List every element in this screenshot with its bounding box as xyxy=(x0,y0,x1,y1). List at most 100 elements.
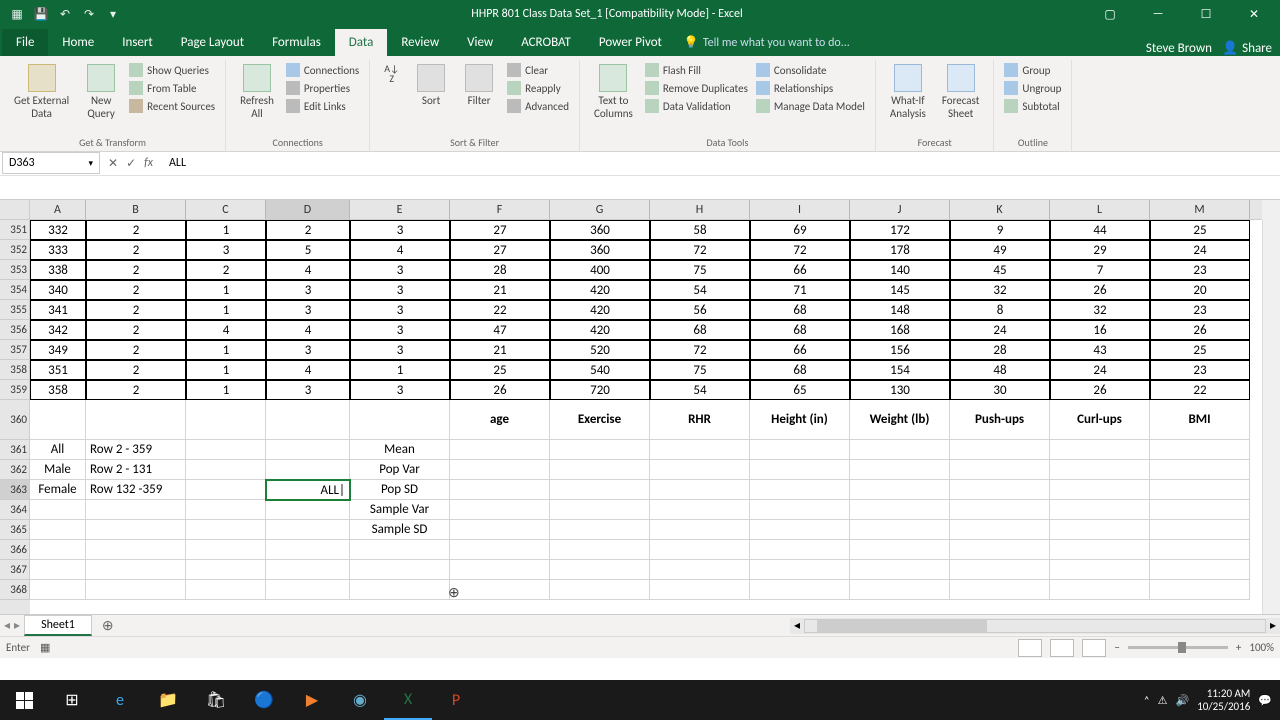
media-player-icon[interactable]: ▶ xyxy=(288,680,336,720)
tab-power-pivot[interactable]: Power Pivot xyxy=(585,29,676,56)
properties-button[interactable]: Properties xyxy=(284,80,361,96)
user-name[interactable]: Steve Brown xyxy=(1146,41,1212,56)
ribbon: Get External Data New Query Show Queries… xyxy=(0,56,1280,152)
group-button[interactable]: Group xyxy=(1002,62,1063,78)
connections-button[interactable]: Connections xyxy=(284,62,361,78)
redo-icon[interactable]: ↷ xyxy=(80,5,98,23)
system-clock[interactable]: 11:20 AM10/25/2016 xyxy=(1197,687,1250,713)
undo-icon[interactable]: ↶ xyxy=(56,5,74,23)
store-icon[interactable]: 🛍 xyxy=(192,680,240,720)
cancel-icon[interactable]: ✕ xyxy=(108,156,118,171)
zoom-in-button[interactable]: + xyxy=(1236,641,1241,654)
new-sheet-button[interactable]: ⊕ xyxy=(92,617,124,634)
tray-chevron-icon[interactable]: ˄ xyxy=(1144,694,1150,707)
formula-input[interactable]: ALL xyxy=(161,156,1280,170)
row-headers[interactable]: 3513523533543553563573583593603613623633… xyxy=(0,220,30,614)
normal-view-button[interactable] xyxy=(1018,639,1042,657)
sheet-next-icon[interactable]: ▸ xyxy=(14,618,20,633)
show-queries-button[interactable]: Show Queries xyxy=(127,62,217,78)
network-icon[interactable]: ⚠ xyxy=(1158,694,1168,707)
zoom-out-button[interactable]: − xyxy=(1114,641,1119,654)
qat-customize-icon[interactable]: ▾ xyxy=(104,5,122,23)
share-button[interactable]: 👤Share xyxy=(1222,41,1272,56)
get-external-data-button[interactable]: Get External Data xyxy=(8,62,75,122)
relationships-button[interactable]: Relationships xyxy=(754,80,867,96)
status-bar: Enter ▦ − + 100% xyxy=(0,636,1280,658)
tell-me-search[interactable]: 💡Tell me what you want to do... xyxy=(676,29,858,56)
model-icon xyxy=(756,99,770,113)
subtotal-icon xyxy=(1004,99,1018,113)
edit-links-button[interactable]: Edit Links xyxy=(284,98,361,114)
task-view-icon[interactable]: ⊞ xyxy=(48,680,96,720)
sort-az-button[interactable]: A↓Z xyxy=(378,62,405,86)
powerpoint-taskbar-icon[interactable]: P xyxy=(432,680,480,720)
refresh-all-button[interactable]: Refresh All xyxy=(234,62,280,122)
consolidate-button[interactable]: Consolidate xyxy=(754,62,867,78)
ribbon-display-icon[interactable]: ▢ xyxy=(1088,0,1132,28)
chrome-icon[interactable]: 🔵 xyxy=(240,680,288,720)
zoom-level[interactable]: 100% xyxy=(1249,641,1274,654)
column-headers[interactable]: ABCDEFGHIJKLM xyxy=(30,200,1262,220)
edge-icon[interactable]: e xyxy=(96,680,144,720)
volume-icon[interactable]: 🔊 xyxy=(1175,694,1189,707)
chevron-down-icon[interactable]: ▾ xyxy=(88,158,93,169)
enter-icon[interactable]: ✓ xyxy=(126,156,136,171)
from-table-button[interactable]: From Table xyxy=(127,80,217,96)
ungroup-button[interactable]: Ungroup xyxy=(1002,80,1063,96)
page-break-view-button[interactable] xyxy=(1082,639,1106,657)
notifications-icon[interactable]: 💬 xyxy=(1258,694,1272,707)
columns-icon xyxy=(599,64,627,92)
app-icon[interactable]: ◉ xyxy=(336,680,384,720)
tab-data[interactable]: Data xyxy=(335,29,388,56)
filter-button[interactable]: Filter xyxy=(457,62,501,109)
group-icon xyxy=(1004,63,1018,77)
fx-icon[interactable]: fx xyxy=(144,156,153,170)
database-icon xyxy=(28,64,56,92)
clear-button[interactable]: Clear xyxy=(505,62,571,78)
sheet-tab[interactable]: Sheet1 xyxy=(24,615,92,636)
link-icon xyxy=(286,63,300,77)
macro-icon[interactable]: ▦ xyxy=(40,641,50,654)
data-validation-button[interactable]: Data Validation xyxy=(643,98,750,114)
page-layout-view-button[interactable] xyxy=(1050,639,1074,657)
funnel-icon xyxy=(465,64,493,92)
tab-file[interactable]: File xyxy=(2,29,48,56)
what-if-button[interactable]: What-If Analysis xyxy=(884,62,932,122)
share-icon: 👤 xyxy=(1222,41,1238,56)
tab-review[interactable]: Review xyxy=(387,29,453,56)
select-all-corner[interactable] xyxy=(0,200,30,220)
sort-button[interactable]: Sort xyxy=(409,62,453,109)
forecast-button[interactable]: Forecast Sheet xyxy=(936,62,986,122)
tab-insert[interactable]: Insert xyxy=(108,29,167,56)
flash-fill-button[interactable]: Flash Fill xyxy=(643,62,750,78)
excel-taskbar-icon[interactable]: X xyxy=(384,680,432,720)
subtotal-button[interactable]: Subtotal xyxy=(1002,98,1063,114)
tab-home[interactable]: Home xyxy=(48,29,108,56)
recent-sources-button[interactable]: Recent Sources xyxy=(127,98,217,114)
save-icon[interactable]: 💾 xyxy=(32,5,50,23)
data-model-button[interactable]: Manage Data Model xyxy=(754,98,867,114)
reapply-button[interactable]: Reapply xyxy=(505,80,571,96)
ribbon-tabs: File Home Insert Page Layout Formulas Da… xyxy=(0,28,1280,56)
bulb-icon: 💡 xyxy=(684,35,699,50)
close-icon[interactable]: ✕ xyxy=(1232,0,1276,28)
minimize-icon[interactable]: — xyxy=(1136,0,1180,28)
windows-taskbar: ⊞ e 📁 🛍 🔵 ▶ ◉ X P ˄ ⚠ 🔊 11:20 AM10/25/20… xyxy=(0,680,1280,720)
start-button[interactable] xyxy=(0,680,48,720)
tab-page-layout[interactable]: Page Layout xyxy=(167,29,258,56)
advanced-button[interactable]: Advanced xyxy=(505,98,571,114)
tab-acrobat[interactable]: ACROBAT xyxy=(507,29,585,56)
name-box[interactable]: D363▾ xyxy=(2,152,100,174)
new-query-button[interactable]: New Query xyxy=(79,62,123,122)
file-explorer-icon[interactable]: 📁 xyxy=(144,680,192,720)
horizontal-scrollbar[interactable]: ◂ ▸ xyxy=(790,618,1280,634)
tab-view[interactable]: View xyxy=(453,29,507,56)
remove-duplicates-button[interactable]: Remove Duplicates xyxy=(643,80,750,96)
vertical-scrollbar[interactable] xyxy=(1262,220,1280,614)
sheet-prev-icon[interactable]: ◂ xyxy=(4,618,10,633)
text-to-columns-button[interactable]: Text to Columns xyxy=(588,62,639,122)
maximize-icon[interactable]: ☐ xyxy=(1184,0,1228,28)
worksheet-grid[interactable]: 3322123273605869172944253332354273607272… xyxy=(30,220,1262,614)
zoom-slider[interactable] xyxy=(1128,646,1228,649)
tab-formulas[interactable]: Formulas xyxy=(258,29,335,56)
